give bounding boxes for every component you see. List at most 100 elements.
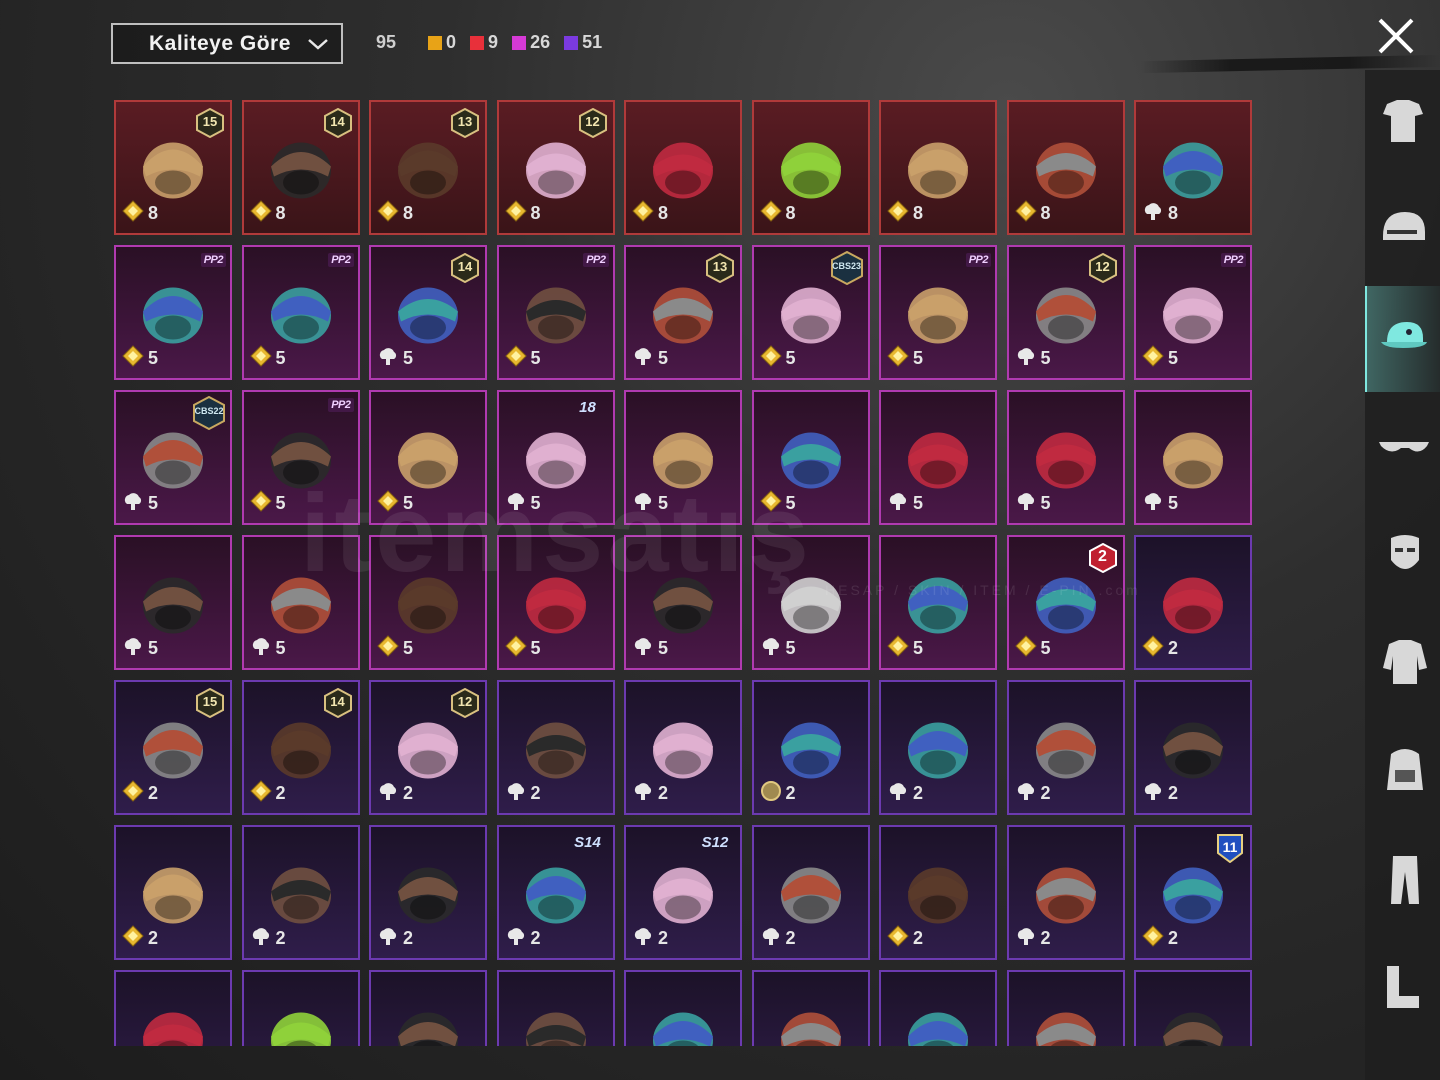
- item-card[interactable]: PP2 5: [879, 245, 997, 380]
- item-card[interactable]: 15 8: [114, 100, 232, 235]
- item-card[interactable]: 2: [496, 680, 615, 815]
- item-card[interactable]: 25: [1006, 535, 1125, 670]
- level-badge: 14: [323, 687, 352, 719]
- item-card[interactable]: 14 5: [369, 245, 487, 380]
- item-card[interactable]: 2: [879, 680, 997, 815]
- item-card[interactable]: PP2 5: [241, 390, 360, 525]
- item-card[interactable]: 8: [1006, 100, 1125, 235]
- item-count-value: 5: [1040, 348, 1051, 368]
- level-badge: 15: [196, 687, 224, 719]
- level-badge: 12: [1088, 252, 1117, 284]
- item-card[interactable]: CBS23 5: [751, 245, 870, 380]
- item-card[interactable]: S12 2: [624, 825, 742, 960]
- item-card[interactable]: 2: [1134, 680, 1252, 815]
- season-tag: PP2: [200, 253, 226, 267]
- sort-dropdown[interactable]: Kaliteye Göre: [111, 23, 343, 64]
- item-card[interactable]: PP2 5: [114, 245, 232, 380]
- item-card[interactable]: [751, 970, 870, 1046]
- item-card[interactable]: [879, 970, 997, 1046]
- item-card[interactable]: 2: [879, 825, 997, 960]
- item-card[interactable]: [624, 970, 742, 1046]
- item-card[interactable]: 5: [369, 535, 487, 670]
- sidebar-category-helmet[interactable]: [1373, 200, 1433, 260]
- item-card[interactable]: 5: [1006, 390, 1125, 525]
- item-card[interactable]: 2: [1134, 535, 1252, 670]
- item-card[interactable]: 13 5: [624, 245, 742, 380]
- item-card[interactable]: 18 5: [496, 390, 615, 525]
- item-card[interactable]: S14 2: [496, 825, 615, 960]
- sidebar-category-outfit[interactable]: [1373, 92, 1433, 152]
- item-card[interactable]: 11 2: [1134, 825, 1252, 960]
- item-count: 5: [632, 635, 668, 662]
- item-card[interactable]: 2: [751, 825, 870, 960]
- cloud-currency-icon: [887, 780, 909, 807]
- blue-turban-icon: [383, 993, 473, 1046]
- item-card[interactable]: 5: [496, 535, 615, 670]
- sidebar-category-boots[interactable]: [1373, 956, 1433, 1016]
- item-count-value: 2: [1040, 928, 1051, 948]
- item-card[interactable]: 5: [751, 535, 870, 670]
- cloud-currency-icon: [1015, 925, 1037, 952]
- item-card[interactable]: 15 2: [114, 680, 232, 815]
- item-card[interactable]: 5: [241, 535, 360, 670]
- item-card[interactable]: 2: [241, 825, 360, 960]
- item-count: 5: [1014, 635, 1051, 662]
- item-card[interactable]: [241, 970, 360, 1046]
- item-card[interactable]: 8: [624, 100, 742, 235]
- item-card[interactable]: 5: [369, 390, 487, 525]
- diamond-currency-icon: [632, 200, 654, 227]
- item-card[interactable]: [1006, 970, 1125, 1046]
- item-card[interactable]: PP2 5: [1134, 245, 1252, 380]
- item-card[interactable]: 5: [114, 535, 232, 670]
- item-count: 2: [760, 780, 796, 807]
- quality-counts: 95 0 9 26 51: [376, 32, 608, 53]
- item-card[interactable]: [369, 970, 487, 1046]
- item-card[interactable]: [1134, 970, 1252, 1046]
- item-card[interactable]: [114, 970, 232, 1046]
- item-card[interactable]: [496, 970, 615, 1046]
- item-card[interactable]: PP2 5: [241, 245, 360, 380]
- chevron-down-icon: [308, 39, 328, 50]
- count-gold-value: 0: [446, 32, 457, 52]
- item-card[interactable]: 5: [1134, 390, 1252, 525]
- sidebar-category-backpack[interactable]: [1373, 740, 1433, 800]
- item-card[interactable]: 2: [114, 825, 232, 960]
- close-icon[interactable]: [1374, 14, 1418, 58]
- sidebar-category-face-mask[interactable]: [1373, 524, 1433, 584]
- item-card[interactable]: PP2 5: [496, 245, 615, 380]
- item-card[interactable]: 5: [751, 390, 870, 525]
- item-card[interactable]: 2: [1006, 680, 1125, 815]
- item-card[interactable]: 8: [751, 100, 870, 235]
- item-card[interactable]: 2: [624, 680, 742, 815]
- sidebar-category-jacket[interactable]: [1373, 632, 1433, 692]
- item-card[interactable]: 12 5: [1006, 245, 1125, 380]
- item-card[interactable]: 14 8: [241, 100, 360, 235]
- item-card[interactable]: 12 8: [496, 100, 615, 235]
- item-card[interactable]: 5: [879, 535, 997, 670]
- item-card[interactable]: 5: [879, 390, 997, 525]
- item-card[interactable]: 2: [1006, 825, 1125, 960]
- sidebar-category-cap[interactable]: [1373, 308, 1433, 368]
- cloud-currency-icon: [632, 490, 654, 517]
- sidebar-category-glasses[interactable]: [1373, 416, 1433, 476]
- item-card[interactable]: 5: [624, 390, 742, 525]
- item-count: 2: [887, 780, 923, 807]
- item-card[interactable]: 2: [369, 825, 487, 960]
- item-card[interactable]: 2: [751, 680, 870, 815]
- cloud-currency-icon: [1142, 780, 1164, 807]
- item-card[interactable]: 13 8: [369, 100, 487, 235]
- item-count: 8: [122, 200, 158, 227]
- level-badge-text: 14: [330, 114, 345, 129]
- item-card[interactable]: 8: [879, 100, 997, 235]
- item-card[interactable]: 12 2: [369, 680, 487, 815]
- cloud-currency-icon: [122, 635, 144, 662]
- item-card[interactable]: 14 2: [241, 680, 360, 815]
- level-badge-text: 15: [202, 694, 218, 709]
- count-pink: 26: [512, 32, 550, 53]
- item-card[interactable]: 5: [624, 535, 742, 670]
- item-card[interactable]: 8: [1134, 100, 1252, 235]
- cloud-currency-icon: [505, 780, 527, 807]
- item-card[interactable]: CBS22 5: [114, 390, 232, 525]
- event-badge-text: CBS23: [831, 261, 861, 271]
- sidebar-category-pants[interactable]: [1373, 848, 1433, 908]
